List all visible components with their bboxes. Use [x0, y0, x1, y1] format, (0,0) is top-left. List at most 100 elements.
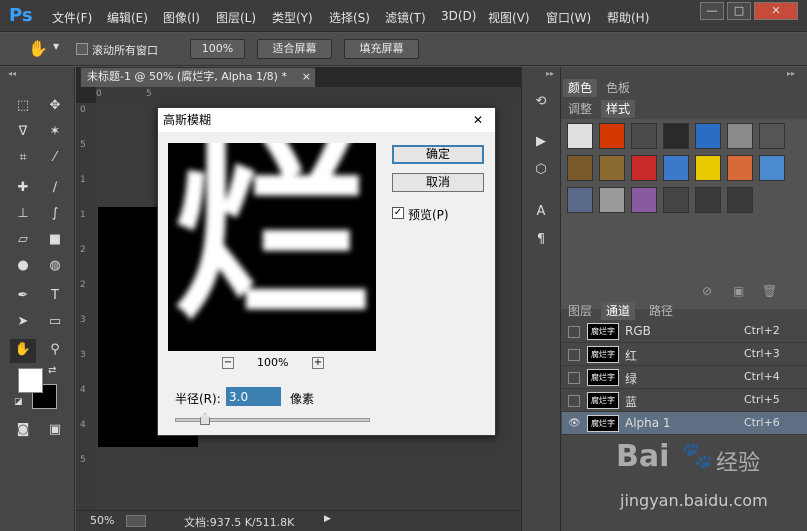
- channel-row[interactable]: 腐烂字 RGB Ctrl+2: [562, 320, 807, 343]
- crop-tool-icon[interactable]: ⌗: [12, 147, 34, 169]
- rectangle-tool-icon[interactable]: ▭: [44, 311, 66, 333]
- minimize-button[interactable]: —: [700, 2, 724, 20]
- tab-layers[interactable]: 图层: [563, 302, 597, 320]
- brush-tool-icon[interactable]: ∕: [44, 177, 66, 199]
- style-swatch[interactable]: [727, 123, 753, 149]
- style-swatch[interactable]: [631, 155, 657, 181]
- style-swatch[interactable]: [695, 123, 721, 149]
- 3d-panel-icon[interactable]: ⬡: [530, 159, 552, 181]
- style-swatch[interactable]: [695, 155, 721, 181]
- chevron-down-icon[interactable]: ▼: [53, 42, 59, 51]
- style-swatch[interactable]: [599, 123, 625, 149]
- swap-colors-icon[interactable]: ⇄: [48, 365, 56, 376]
- style-swatch[interactable]: [567, 155, 593, 181]
- dialog-close-icon[interactable]: ✕: [473, 108, 483, 132]
- blur-preview[interactable]: 烂: [168, 143, 376, 351]
- menu-window[interactable]: 窗口(W): [546, 9, 591, 26]
- radius-input[interactable]: [226, 387, 281, 406]
- tab-color[interactable]: 颜色: [563, 79, 598, 97]
- style-swatch[interactable]: [727, 187, 753, 213]
- tab-adjustments[interactable]: 调整: [563, 100, 597, 118]
- menu-layer[interactable]: 图层(L): [216, 9, 256, 26]
- style-swatch[interactable]: [759, 155, 785, 181]
- dodge-tool-icon[interactable]: ◍: [44, 255, 66, 277]
- quick-mask-icon[interactable]: ◙: [12, 419, 34, 441]
- foreground-color-swatch[interactable]: [18, 368, 43, 393]
- tab-swatches[interactable]: 色板: [601, 79, 635, 97]
- collapse-icon[interactable]: ◂◂: [8, 69, 16, 78]
- style-swatch[interactable]: [567, 187, 593, 213]
- expand-icon[interactable]: ▸▸: [546, 69, 554, 78]
- clear-style-icon[interactable]: ⊘: [702, 284, 712, 298]
- menu-filter[interactable]: 滤镜(T): [385, 9, 426, 26]
- magic-wand-icon[interactable]: ✶: [44, 121, 66, 143]
- visibility-toggle[interactable]: [568, 395, 580, 407]
- visibility-toggle[interactable]: [568, 372, 580, 384]
- collapse-panels-icon[interactable]: ▸▸: [787, 69, 795, 78]
- style-swatch[interactable]: [631, 123, 657, 149]
- style-swatch[interactable]: [567, 123, 593, 149]
- fit-screen-button[interactable]: 适合屏幕: [257, 39, 332, 59]
- delete-style-icon[interactable]: 🗑: [762, 284, 777, 298]
- style-swatch[interactable]: [631, 187, 657, 213]
- style-swatch[interactable]: [663, 187, 689, 213]
- history-brush-icon[interactable]: ∫: [44, 203, 66, 225]
- preview-checkbox[interactable]: ✓: [392, 207, 404, 219]
- zoom-in-button[interactable]: +: [312, 357, 324, 369]
- actions-panel-icon[interactable]: ▶: [530, 131, 552, 153]
- style-swatch[interactable]: [599, 155, 625, 181]
- menu-type[interactable]: 类型(Y): [272, 9, 313, 26]
- menu-edit[interactable]: 编辑(E): [107, 9, 148, 26]
- document-tab[interactable]: 未标题-1 @ 50% (腐烂字, Alpha 1/8) * ×: [80, 67, 316, 87]
- style-swatch[interactable]: [695, 187, 721, 213]
- history-panel-icon[interactable]: ⟲: [530, 91, 552, 113]
- menu-help[interactable]: 帮助(H): [607, 9, 649, 26]
- style-swatch[interactable]: [663, 123, 689, 149]
- restore-button[interactable]: □: [727, 2, 751, 20]
- lasso-tool-icon[interactable]: ᐁ: [12, 121, 34, 143]
- visibility-toggle[interactable]: [568, 326, 580, 338]
- move-tool-icon[interactable]: ✥: [44, 95, 66, 117]
- visibility-toggle[interactable]: 👁: [568, 418, 581, 430]
- new-style-icon[interactable]: ▣: [733, 284, 744, 298]
- zoom-100-button[interactable]: 100%: [190, 39, 245, 59]
- zoom-out-button[interactable]: −: [222, 357, 234, 369]
- close-button[interactable]: ✕: [754, 2, 798, 20]
- eyedropper-icon[interactable]: ⁄: [44, 147, 66, 169]
- channel-row[interactable]: 腐烂字绿 Ctrl+4: [562, 366, 807, 389]
- fill-screen-button[interactable]: 填充屏幕: [344, 39, 419, 59]
- cancel-button[interactable]: 取消: [392, 173, 484, 192]
- visibility-toggle[interactable]: [568, 349, 580, 361]
- zoom-tool-icon[interactable]: ⚲: [44, 339, 66, 361]
- eraser-tool-icon[interactable]: ▱: [12, 229, 34, 251]
- menu-select[interactable]: 选择(S): [329, 9, 370, 26]
- menu-image[interactable]: 图像(I): [163, 9, 200, 26]
- marquee-tool-icon[interactable]: ⬚: [12, 95, 34, 117]
- default-colors-icon[interactable]: ◪: [14, 397, 23, 407]
- style-swatch[interactable]: [599, 187, 625, 213]
- healing-brush-icon[interactable]: ✚: [12, 177, 34, 199]
- menu-file[interactable]: 文件(F): [52, 9, 92, 26]
- scroll-all-checkbox[interactable]: [76, 43, 88, 55]
- channel-row[interactable]: 👁 腐烂字 Alpha 1 Ctrl+6: [562, 412, 807, 435]
- blur-tool-icon[interactable]: ●: [12, 255, 34, 277]
- tab-close-icon[interactable]: ×: [302, 68, 311, 86]
- status-arrow-icon[interactable]: ▶: [324, 514, 331, 524]
- style-swatch[interactable]: [759, 123, 785, 149]
- hand-tool-icon[interactable]: ✋: [10, 339, 36, 363]
- channel-row[interactable]: 腐烂字蓝 Ctrl+5: [562, 389, 807, 412]
- tab-channels[interactable]: 通道: [601, 302, 636, 320]
- character-panel-icon[interactable]: A: [530, 201, 552, 223]
- screen-mode-icon[interactable]: ▣: [44, 419, 66, 441]
- tab-paths[interactable]: 路径: [644, 302, 678, 320]
- style-swatch[interactable]: [663, 155, 689, 181]
- pen-tool-icon[interactable]: ✒: [12, 285, 34, 307]
- zoom-level[interactable]: 50%: [90, 514, 114, 527]
- ok-button[interactable]: 确定: [392, 145, 484, 164]
- tab-styles[interactable]: 样式: [601, 100, 636, 118]
- style-swatch[interactable]: [727, 155, 753, 181]
- menu-3d[interactable]: 3D(D): [441, 9, 476, 23]
- radius-slider-thumb[interactable]: [200, 413, 210, 425]
- menu-view[interactable]: 视图(V): [488, 9, 530, 26]
- channel-row[interactable]: 腐烂字红 Ctrl+3: [562, 343, 807, 366]
